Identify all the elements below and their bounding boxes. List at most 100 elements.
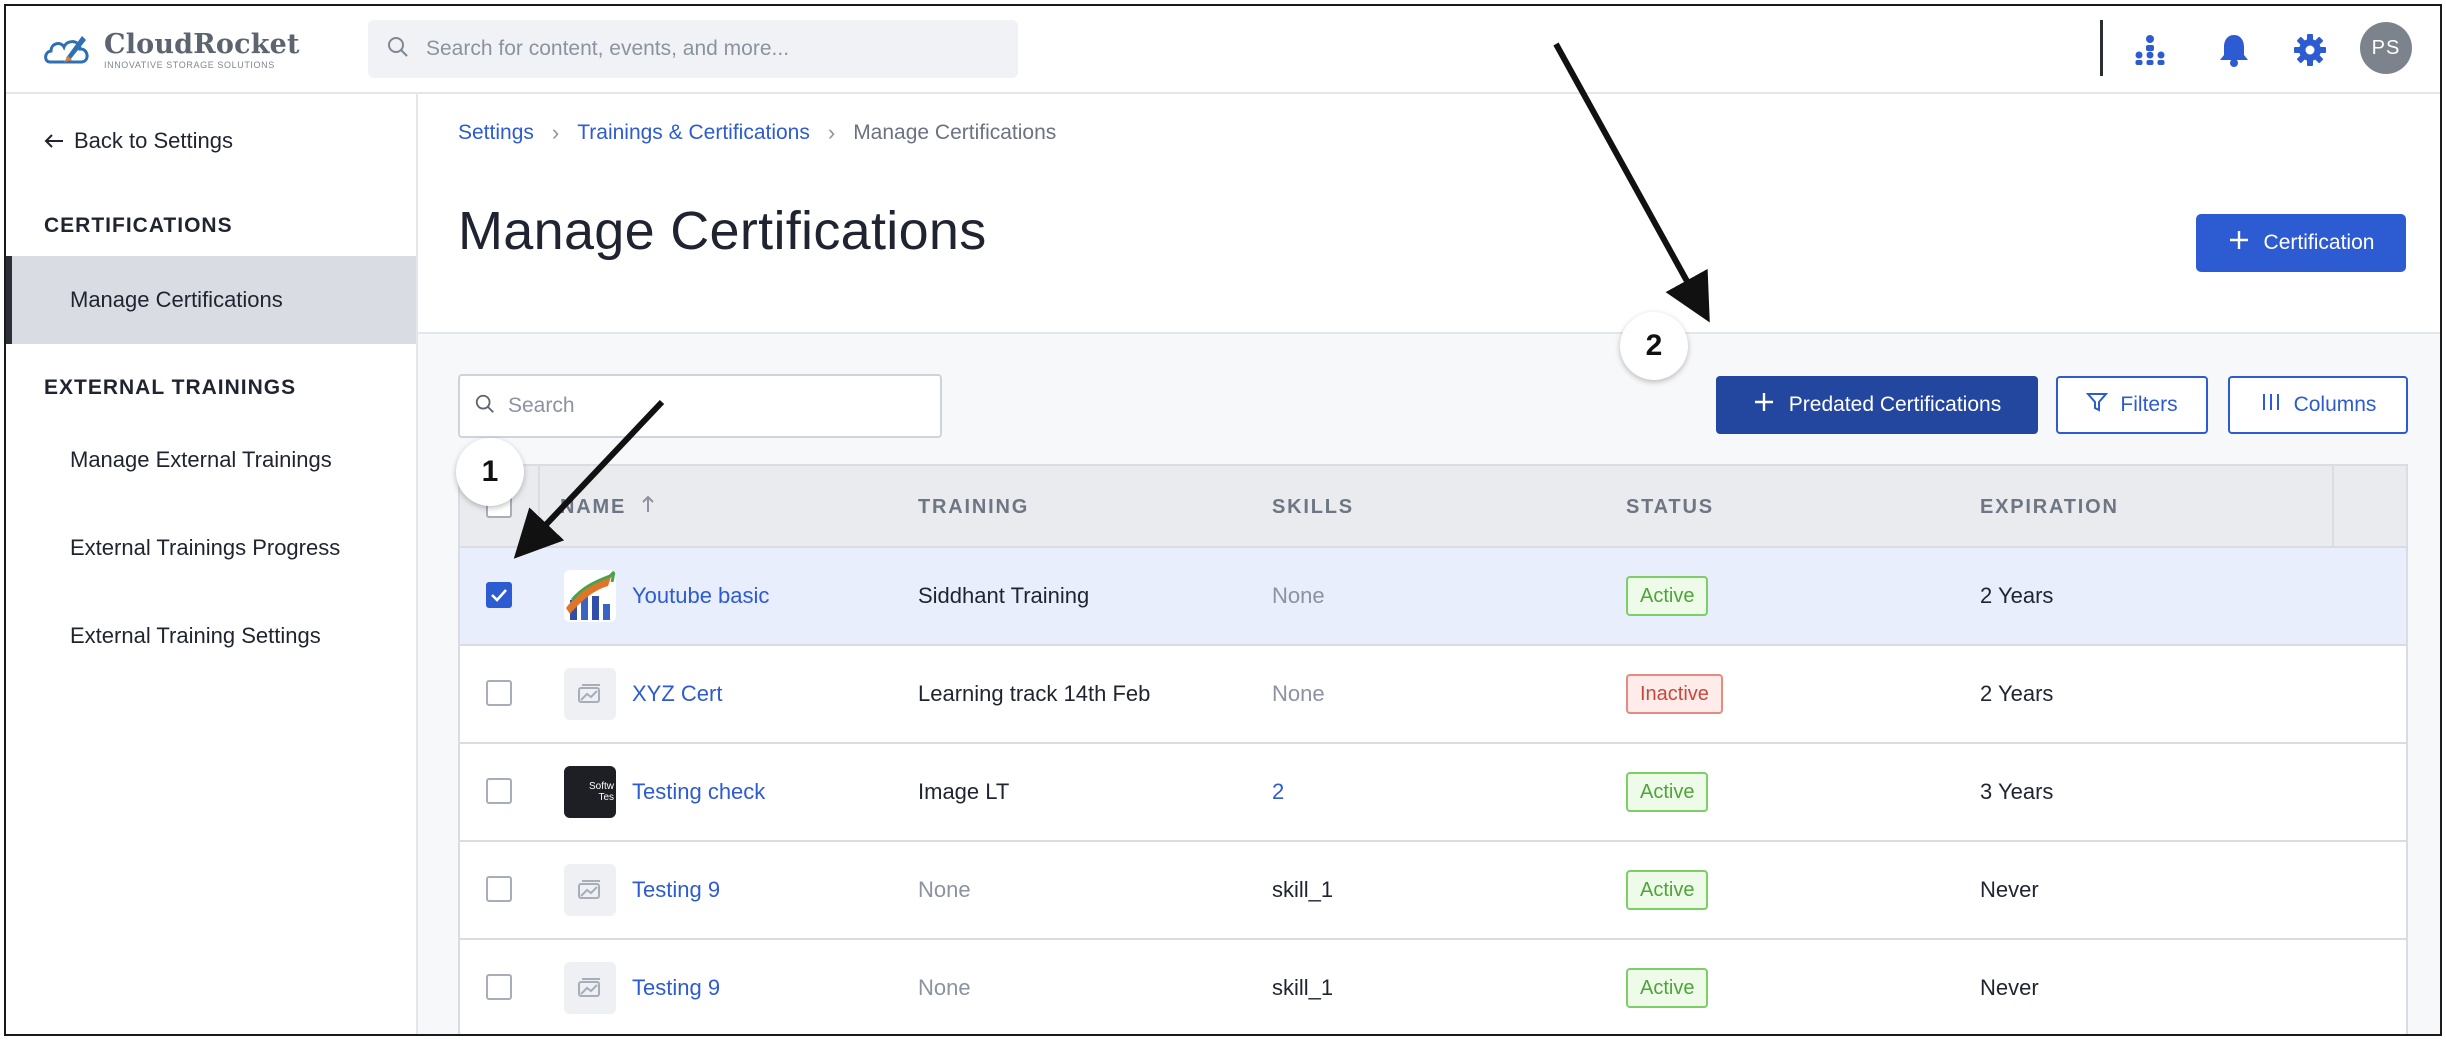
sidebar-item-manage-certifications[interactable]: Manage Certifications: [6, 256, 416, 344]
expiration-cell: 2 Years: [1980, 583, 2054, 608]
section-title-certifications: CERTIFICATIONS: [44, 214, 233, 237]
training-cell: None: [918, 975, 971, 1000]
skills-cell: skill_1: [1272, 975, 1334, 1000]
certification-name-link[interactable]: Testing 9: [632, 842, 720, 938]
dark-thumbnail-image: Softw Tes: [564, 766, 616, 818]
rocket-cloud-icon: [42, 28, 98, 72]
row-checkbox[interactable]: [486, 974, 512, 1000]
skills-cell: None: [1272, 583, 1325, 608]
sidebar-item-external-training-settings[interactable]: External Training Settings: [6, 592, 416, 680]
table-row[interactable]: XYZ Cert Learning track 14th Feb None In…: [460, 646, 2406, 744]
settings-sidebar: Back to Settings CERTIFICATIONS Manage C…: [6, 94, 418, 1034]
sidebar-item-label: Manage Certifications: [70, 287, 283, 312]
sort-ascending-icon[interactable]: [640, 494, 656, 520]
status-cell: Active: [1626, 940, 1709, 1034]
column-header-training[interactable]: TRAINING: [918, 466, 1029, 548]
status-badge: Active: [1626, 968, 1709, 1008]
table-row[interactable]: Youtube basic Siddhant Training None Act…: [460, 548, 2406, 646]
columns-button[interactable]: Columns: [2228, 376, 2408, 434]
certification-name-link[interactable]: Testing check: [632, 744, 765, 840]
filters-button[interactable]: Filters: [2056, 376, 2208, 434]
row-checkbox[interactable]: [486, 680, 512, 706]
certification-name[interactable]: Testing 9: [632, 975, 720, 1001]
certification-thumbnail: [564, 570, 616, 622]
back-to-settings-link[interactable]: Back to Settings: [44, 128, 233, 154]
certification-name-link[interactable]: XYZ Cert: [632, 646, 722, 742]
filters-label: Filters: [2120, 393, 2178, 416]
plus-icon: [1753, 391, 1775, 419]
table-row[interactable]: Softw Tes Testing check Image LT 2 Activ…: [460, 744, 2406, 842]
page-title: Manage Certifications: [458, 201, 987, 261]
certifications-panel: 1 2 Predated Certifications Filters Colu…: [418, 312, 2440, 1034]
predated-certifications-label: Predated Certifications: [1788, 393, 2002, 416]
certification-search-input[interactable]: [508, 394, 928, 418]
add-certification-button[interactable]: Certification: [2196, 214, 2406, 272]
expiration-cell: Never: [1980, 877, 2039, 902]
sidebar-item-external-trainings-progress[interactable]: External Trainings Progress: [6, 504, 416, 592]
row-checkbox[interactable]: [486, 582, 512, 608]
sidebar-item-manage-external-trainings[interactable]: Manage External Trainings: [6, 416, 416, 504]
training-cell: Image LT: [918, 779, 1010, 804]
app-window: CloudRocket INNOVATIVE STORAGE SOLUTIONS: [4, 4, 2442, 1036]
arrow-left-icon: [44, 128, 64, 154]
breadcrumb-settings[interactable]: Settings: [458, 121, 534, 145]
breadcrumb: Settings › Trainings & Certifications › …: [458, 120, 1056, 146]
toolbar-divider: [2100, 20, 2103, 76]
global-search[interactable]: [368, 20, 1018, 78]
status-badge: Inactive: [1626, 674, 1723, 714]
sidebar-item-label: External Training Settings: [70, 623, 321, 648]
filter-icon: [2086, 391, 2109, 419]
expiration-cell: 2 Years: [1980, 681, 2054, 706]
bell-icon[interactable]: [2212, 28, 2256, 72]
column-header-status[interactable]: STATUS: [1626, 466, 1714, 548]
predated-certifications-button[interactable]: Predated Certifications: [1716, 376, 2038, 434]
checkmark-icon: [491, 589, 507, 602]
certification-name-link[interactable]: Testing 9: [632, 940, 720, 1034]
certification-search[interactable]: [458, 374, 942, 438]
status-badge: Active: [1626, 772, 1709, 812]
expiration-cell: Never: [1980, 975, 2039, 1000]
columns-icon: [2260, 391, 2282, 419]
column-header-expiration[interactable]: EXPIRATION: [1980, 466, 2119, 548]
column-header-skills[interactable]: SKILLS: [1272, 466, 1354, 548]
brand-tagline: INNOVATIVE STORAGE SOLUTIONS: [104, 59, 275, 70]
expiration-cell: 3 Years: [1980, 779, 2054, 804]
section-title-external-trainings: EXTERNAL TRAININGS: [44, 376, 297, 399]
skills-cell[interactable]: 2: [1272, 744, 1284, 840]
status-cell: Active: [1626, 744, 1709, 840]
callout-step-1: 1: [456, 438, 524, 506]
breadcrumb-trainings-certifications[interactable]: Trainings & Certifications: [577, 121, 810, 145]
back-link-label: Back to Settings: [74, 128, 233, 153]
plus-icon: [2228, 229, 2250, 257]
status-cell: Active: [1626, 842, 1709, 938]
skills-count-link[interactable]: 2: [1272, 779, 1284, 805]
add-certification-label: Certification: [2263, 231, 2375, 254]
global-search-input[interactable]: [426, 37, 986, 61]
certification-name-link[interactable]: Youtube basic: [632, 548, 769, 644]
row-checkbox[interactable]: [486, 778, 512, 804]
certification-name[interactable]: XYZ Cert: [632, 681, 722, 707]
gear-icon[interactable]: [2288, 28, 2332, 72]
row-checkbox[interactable]: [486, 876, 512, 902]
breadcrumb-current: Manage Certifications: [853, 121, 1057, 144]
table-row[interactable]: Testing 9 None skill_1 Active Never: [460, 940, 2406, 1034]
column-header-label: NAME: [560, 495, 627, 518]
columns-label: Columns: [2293, 393, 2377, 416]
brand-logo[interactable]: CloudRocket INNOVATIVE STORAGE SOLUTIONS: [42, 26, 300, 74]
status-cell: Inactive: [1626, 646, 1723, 742]
table-row[interactable]: Testing 9 None skill_1 Active Never: [460, 842, 2406, 940]
certification-name[interactable]: Testing check: [632, 779, 765, 805]
placeholder-image-icon: [564, 668, 616, 720]
chevron-right-icon: ›: [551, 120, 560, 145]
status-cell: Active: [1626, 548, 1709, 644]
training-cell: Siddhant Training: [918, 583, 1090, 608]
sidebar-item-label: External Trainings Progress: [70, 535, 341, 560]
column-header-name[interactable]: NAME: [560, 466, 656, 548]
user-avatar[interactable]: PS: [2360, 22, 2412, 74]
skills-cell: None: [1272, 681, 1325, 706]
certification-name[interactable]: Testing 9: [632, 877, 720, 903]
org-chart-icon[interactable]: [2128, 28, 2172, 72]
search-icon: [474, 393, 496, 420]
status-badge: Active: [1626, 576, 1709, 616]
certification-name[interactable]: Youtube basic: [632, 583, 769, 609]
